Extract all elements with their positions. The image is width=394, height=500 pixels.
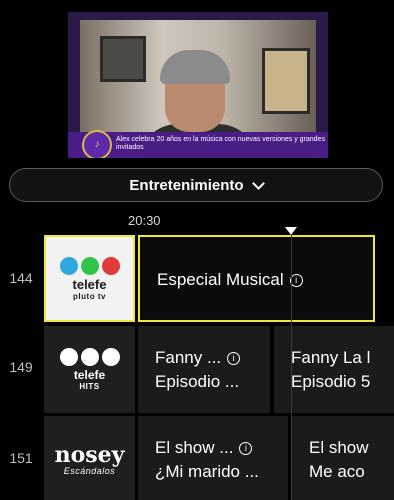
channel-number: 149 — [9, 359, 33, 375]
person-beanie — [160, 50, 230, 84]
program-fanny-2[interactable]: Fanny La l Episodio 5 — [274, 326, 394, 413]
current-time-line — [291, 234, 292, 500]
music-badge-icon: ♪ — [82, 130, 112, 158]
program-subtitle: Episodio ... — [155, 372, 240, 391]
logo-word: telefe — [72, 276, 107, 292]
logo-word: nosey — [54, 442, 125, 468]
program-title: El show — [309, 438, 369, 457]
program-title: El show ... i — [155, 436, 288, 460]
program-el-show-1[interactable]: El show ... i ¿Mi marido ... — [138, 416, 288, 500]
telefe-dots-logo — [59, 348, 120, 366]
preview-caption: Alex celebra 20 años en la música con nu… — [116, 136, 325, 151]
program-title: Fanny ... i — [155, 346, 270, 370]
wall-picture — [262, 48, 310, 114]
channel-number: 151 — [9, 450, 33, 466]
program-el-show-2[interactable]: El show Me aco — [292, 416, 394, 500]
preview-background — [80, 20, 316, 158]
info-icon[interactable]: i — [239, 442, 253, 455]
logo-word: telefe — [73, 368, 106, 382]
category-dropdown[interactable]: Entretenimiento — [9, 168, 383, 202]
program-title: Fanny La l — [291, 348, 371, 367]
channel-logo-nosey[interactable]: nosey Escándalos — [44, 416, 135, 500]
program-subtitle: Episodio 5 — [291, 372, 371, 391]
channel-logo-telefe-pluto[interactable]: telefe pluto tv — [44, 235, 135, 322]
info-icon[interactable]: i — [227, 352, 241, 365]
channel-number: 144 — [9, 270, 33, 286]
logo-sub: pluto tv — [73, 291, 106, 301]
program-subtitle: ¿Mi marido ... — [155, 462, 259, 481]
logo-sub: HITS — [79, 382, 100, 391]
program-fanny-1[interactable]: Fanny ... i Episodio ... — [138, 326, 270, 413]
wall-picture — [100, 36, 146, 82]
preview-video[interactable]: ♪ Alex celebra 20 años en la música con … — [68, 12, 328, 158]
program-especial-musical[interactable]: Especial Musical i — [138, 235, 375, 322]
program-title: Especial Musical — [157, 270, 284, 289]
channel-logo-telefe-hits[interactable]: telefe HITS — [44, 326, 135, 413]
chevron-down-icon — [251, 176, 265, 190]
telefe-dots-logo — [59, 256, 120, 275]
program-subtitle: Me aco — [309, 462, 365, 481]
category-label: Entretenimiento — [129, 176, 244, 194]
logo-sub: Escándalos — [63, 466, 116, 476]
time-label: 20:30 — [128, 213, 161, 228]
